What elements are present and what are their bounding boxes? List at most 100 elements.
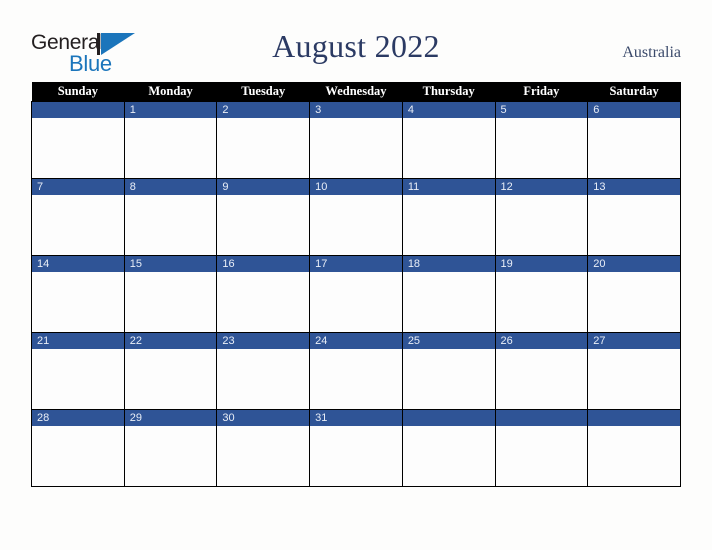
day-event-area[interactable] xyxy=(32,349,124,409)
calendar-table: Sunday Monday Tuesday Wednesday Thursday… xyxy=(31,82,681,487)
calendar-day-cell[interactable]: 3 xyxy=(309,101,403,179)
calendar-day-cell[interactable]: 13 xyxy=(587,178,681,256)
day-cell-inner: 5 xyxy=(495,102,588,178)
day-cell-inner: 15 xyxy=(124,256,217,332)
calendar-day-cell[interactable]: 9 xyxy=(216,178,311,256)
day-event-area[interactable] xyxy=(217,118,310,178)
day-event-area[interactable] xyxy=(310,349,402,409)
day-number: 18 xyxy=(402,256,495,272)
calendar-day-cell[interactable]: 14 xyxy=(31,255,125,333)
day-event-area[interactable] xyxy=(495,349,588,409)
calendar-body: 1 2 3 4 5 6 7 8 9 10 11 12 13 14 15 16 1… xyxy=(31,101,681,487)
day-event-area[interactable] xyxy=(402,349,495,409)
day-event-area[interactable] xyxy=(495,272,588,332)
calendar-day-cell[interactable]: 1 xyxy=(123,101,218,179)
day-cell-inner: 10 xyxy=(310,179,402,255)
day-event-area[interactable] xyxy=(402,118,495,178)
day-event-area[interactable] xyxy=(124,272,217,332)
day-cell-inner: 12 xyxy=(495,179,588,255)
day-event-area[interactable] xyxy=(588,426,680,486)
calendar-day-cell[interactable] xyxy=(401,409,496,487)
day-cell-inner: 19 xyxy=(495,256,588,332)
weekday-header-tuesday: Tuesday xyxy=(216,82,310,102)
calendar-day-cell[interactable]: 16 xyxy=(216,255,311,333)
calendar-day-cell[interactable]: 18 xyxy=(401,255,496,333)
day-event-area[interactable] xyxy=(588,195,680,255)
day-cell-inner: 11 xyxy=(402,179,495,255)
day-event-area[interactable] xyxy=(124,349,217,409)
calendar-day-cell[interactable]: 8 xyxy=(123,178,218,256)
day-event-area[interactable] xyxy=(32,118,124,178)
day-event-area[interactable] xyxy=(310,426,402,486)
calendar-day-cell[interactable]: 12 xyxy=(494,178,589,256)
day-event-area[interactable] xyxy=(495,426,588,486)
calendar-day-cell[interactable]: 28 xyxy=(31,409,125,487)
day-event-area[interactable] xyxy=(32,195,124,255)
day-event-area[interactable] xyxy=(124,195,217,255)
calendar-day-cell[interactable]: 20 xyxy=(587,255,681,333)
calendar-day-cell[interactable]: 29 xyxy=(123,409,218,487)
day-number: 20 xyxy=(588,256,680,272)
calendar-day-cell[interactable]: 6 xyxy=(587,101,681,179)
day-event-area[interactable] xyxy=(124,118,217,178)
day-event-area[interactable] xyxy=(32,272,124,332)
calendar-day-cell[interactable]: 21 xyxy=(31,332,125,410)
day-number xyxy=(402,410,495,426)
calendar-day-cell[interactable]: 25 xyxy=(401,332,496,410)
day-event-area[interactable] xyxy=(495,195,588,255)
day-number: 27 xyxy=(588,333,680,349)
day-cell-inner: 18 xyxy=(402,256,495,332)
calendar-day-cell[interactable]: 17 xyxy=(309,255,403,333)
country-label: Australia xyxy=(622,44,681,61)
day-number: 5 xyxy=(495,102,588,118)
calendar-day-cell[interactable]: 15 xyxy=(123,255,218,333)
calendar-day-cell[interactable]: 10 xyxy=(309,178,403,256)
day-event-area[interactable] xyxy=(217,195,310,255)
calendar-day-cell[interactable]: 27 xyxy=(587,332,681,410)
day-event-area[interactable] xyxy=(32,426,124,486)
calendar-day-cell[interactable]: 2 xyxy=(216,101,311,179)
calendar-day-cell[interactable]: 22 xyxy=(123,332,218,410)
day-cell-inner: 30 xyxy=(217,410,310,486)
page-title: August 2022 xyxy=(272,28,440,64)
day-event-area[interactable] xyxy=(495,118,588,178)
day-cell-inner: 2 xyxy=(217,102,310,178)
day-event-area[interactable] xyxy=(217,426,310,486)
calendar-day-cell[interactable]: 4 xyxy=(401,101,496,179)
day-event-area[interactable] xyxy=(310,118,402,178)
day-cell-inner: 25 xyxy=(402,333,495,409)
calendar-day-cell[interactable]: 26 xyxy=(494,332,589,410)
calendar-day-cell[interactable]: 31 xyxy=(309,409,403,487)
day-number: 17 xyxy=(310,256,402,272)
calendar-day-cell[interactable]: 5 xyxy=(494,101,589,179)
calendar-day-cell[interactable] xyxy=(587,409,681,487)
weekday-header-row: Sunday Monday Tuesday Wednesday Thursday… xyxy=(31,82,681,102)
day-event-area[interactable] xyxy=(588,349,680,409)
calendar-day-cell[interactable]: 23 xyxy=(216,332,311,410)
day-event-area[interactable] xyxy=(217,349,310,409)
day-event-area[interactable] xyxy=(588,272,680,332)
calendar-day-cell[interactable]: 7 xyxy=(31,178,125,256)
day-event-area[interactable] xyxy=(310,272,402,332)
day-event-area[interactable] xyxy=(217,272,310,332)
calendar-week-row: 7 8 9 10 11 12 13 xyxy=(31,178,681,256)
day-number: 30 xyxy=(217,410,310,426)
calendar-day-cell[interactable]: 24 xyxy=(309,332,403,410)
calendar-day-cell[interactable] xyxy=(494,409,589,487)
day-number: 10 xyxy=(310,179,402,195)
day-event-area[interactable] xyxy=(124,426,217,486)
day-cell-inner: 8 xyxy=(124,179,217,255)
day-event-area[interactable] xyxy=(402,272,495,332)
calendar-day-cell[interactable]: 30 xyxy=(216,409,311,487)
calendar-day-cell[interactable]: 19 xyxy=(494,255,589,333)
day-event-area[interactable] xyxy=(588,118,680,178)
day-event-area[interactable] xyxy=(310,195,402,255)
day-number: 8 xyxy=(124,179,217,195)
day-number: 9 xyxy=(217,179,310,195)
calendar-day-cell[interactable] xyxy=(31,101,125,179)
day-event-area[interactable] xyxy=(402,195,495,255)
day-cell-inner: 16 xyxy=(217,256,310,332)
calendar-day-cell[interactable]: 11 xyxy=(401,178,496,256)
weekday-header-sunday: Sunday xyxy=(31,82,125,102)
day-event-area[interactable] xyxy=(402,426,495,486)
